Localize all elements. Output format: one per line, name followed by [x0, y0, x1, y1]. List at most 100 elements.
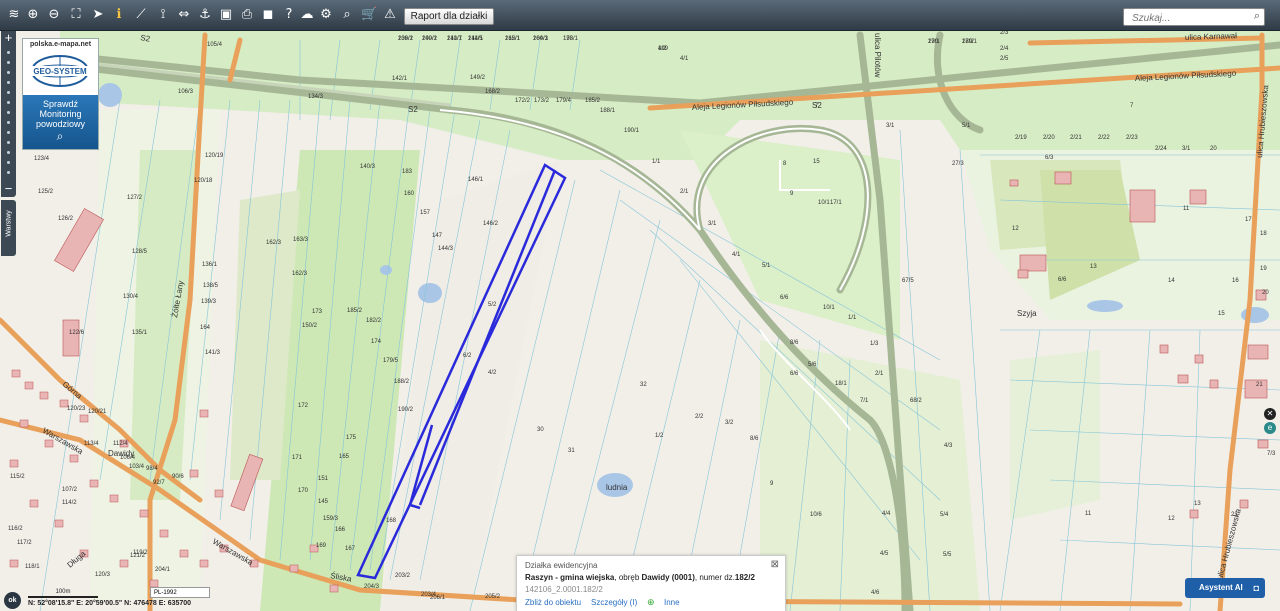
details-link[interactable]: Szczegóły (I): [591, 598, 637, 607]
parcel-number-label: 125/2: [38, 189, 54, 195]
parcel-number-label: 185/2: [347, 308, 363, 314]
parcel-number-label: 6/6: [790, 371, 799, 377]
info-icon[interactable]: ℹ: [111, 7, 127, 23]
parcel-number-label: 112/4: [113, 441, 128, 447]
parcel-number-label: 185/2: [585, 98, 601, 104]
parcel-number-label: 7/1: [860, 398, 869, 404]
zoom-out-icon[interactable]: ⊖: [46, 7, 62, 23]
search-icon[interactable]: ⌕: [1254, 10, 1260, 23]
parcel-number-label: 4/1: [732, 252, 741, 258]
parcel-number-label: 146/1: [468, 177, 484, 183]
parcel-number-label: 211/5: [468, 36, 483, 42]
zoom-in-button[interactable]: +: [1, 31, 16, 45]
warning-icon[interactable]: ⚠: [382, 7, 398, 23]
parcel-number-label: 6/3: [1045, 155, 1054, 161]
parcel-number-label: 4/5: [880, 551, 889, 557]
parcel-number-label: 188/2: [394, 379, 410, 385]
zoom-level-dot[interactable]: [7, 91, 10, 94]
zoom-level-dot[interactable]: [7, 71, 10, 74]
zoom-level-dot[interactable]: [7, 101, 10, 104]
zoom-level-dot[interactable]: [7, 141, 10, 144]
parcel-number-label: 205/2: [485, 594, 501, 600]
zoom-level-dot[interactable]: [7, 81, 10, 84]
cart-icon[interactable]: 🛒: [361, 7, 377, 23]
zoom-level-dot[interactable]: [7, 61, 10, 64]
zoom-level-dot[interactable]: [7, 161, 10, 164]
other-link[interactable]: Inne: [664, 598, 680, 607]
parcel-number-label: 15: [813, 159, 820, 165]
flood-line-1: Sprawdź: [42, 99, 78, 109]
ai-assistant-button[interactable]: Asystent AI ◘: [1185, 578, 1265, 598]
parcel-number-label: 170: [298, 488, 309, 494]
search-box[interactable]: ⌕: [1123, 8, 1265, 26]
zoom-to-object-link[interactable]: Zbliż do obiektu: [525, 598, 581, 607]
parcel-number-label: 162/3: [266, 240, 282, 246]
parcel-number-label: 212/1: [505, 36, 521, 42]
print-area-icon[interactable]: ▣: [218, 7, 234, 23]
parcel-number-label: 7/3: [1267, 451, 1276, 457]
upload-icon[interactable]: ☁: [299, 7, 315, 23]
parcel-number-label: 107/2: [62, 487, 78, 493]
parcel-number-label: 2/5: [1000, 56, 1009, 62]
zoom-level-dot[interactable]: [7, 151, 10, 154]
zoom-level-dot[interactable]: [7, 121, 10, 124]
parcel-number-label: 114/2: [62, 500, 77, 506]
anchor-icon[interactable]: ⚓: [197, 7, 213, 23]
comment-icon[interactable]: ◼: [260, 7, 276, 23]
close-icon[interactable]: ⊠: [771, 559, 779, 570]
layers-tab[interactable]: Warstwy: [1, 200, 16, 256]
parcel-number-label: 120/3: [95, 572, 111, 578]
parcel-number-label: 167: [345, 546, 356, 552]
parcel-number-label: 4/1: [680, 56, 689, 62]
help-icon[interactable]: ?: [281, 7, 297, 23]
parcel-number-label: 5/4: [940, 512, 949, 518]
measure-area-icon[interactable]: ⟟: [155, 7, 171, 23]
close-icon[interactable]: ✕: [1264, 408, 1276, 420]
parcel-number-label: 10/6: [810, 512, 822, 518]
full-extent-icon[interactable]: ⛶: [68, 7, 84, 23]
parcel-number-label: 12: [1012, 226, 1019, 232]
zoom-level-dot[interactable]: [7, 111, 10, 114]
layers-icon[interactable]: ≋: [6, 7, 22, 23]
parcel-number-label: 1/3: [870, 341, 879, 347]
parcel-number-label: 4/3: [944, 443, 953, 449]
zoom-level-dot[interactable]: [7, 171, 10, 174]
flood-monitoring-button[interactable]: Sprawdź Monitoring powodziowy ⌕: [23, 95, 98, 149]
measure-width-icon[interactable]: ⇔: [176, 7, 192, 23]
crs-select[interactable]: PL-1992: [150, 587, 210, 598]
parcel-number-label: 127/2: [127, 195, 143, 201]
ok-button[interactable]: ok: [4, 592, 21, 609]
parcel-number-label: 21: [1256, 382, 1263, 388]
measure-distance-icon[interactable]: ⟋: [133, 7, 149, 23]
parcel-number-label: 203/2: [395, 573, 411, 579]
parcel-number-label: 20: [1262, 290, 1269, 296]
zoom-level-dot[interactable]: [7, 131, 10, 134]
parcel-number-label: 30: [537, 427, 544, 433]
search-map-icon[interactable]: ⌕: [339, 7, 355, 23]
plus-icon[interactable]: ⊕: [647, 597, 655, 608]
report-button[interactable]: Raport dla działki: [404, 8, 494, 25]
map-app: S2 S2 S2 Aleja Legionów Piłsudskiego Ale…: [0, 0, 1280, 611]
map-canvas[interactable]: S2 S2 S2 Aleja Legionów Piłsudskiego Ale…: [0, 31, 1280, 611]
print-icon[interactable]: ⎙: [239, 7, 255, 23]
parcel-number-label: 6/2: [463, 353, 472, 359]
parcel-number-label: 3/2: [725, 420, 734, 426]
company-name: GEO-SYSTEM: [33, 67, 87, 76]
parcel-number-label: 165: [339, 454, 350, 460]
zoom-in-icon[interactable]: ⊕: [25, 7, 41, 23]
settings-icon[interactable]: ⚙: [318, 7, 334, 23]
zoom-out-button[interactable]: −: [1, 182, 16, 196]
parcel-number-label: 105/4: [207, 42, 223, 48]
parcel-number-label: 92/7: [153, 480, 165, 486]
parcel-number-label: 2/21: [1070, 135, 1082, 141]
pointer-icon[interactable]: ➤: [90, 7, 106, 23]
search-input[interactable]: [1130, 11, 1244, 25]
logo-panel[interactable]: polska.e-mapa.net GEO-SYSTEM Sprawdź Mon…: [22, 38, 99, 150]
parcel-number-label: 2/23: [1126, 135, 1138, 141]
parcel-number-label: 145: [318, 499, 329, 505]
e-icon[interactable]: e: [1264, 422, 1276, 434]
popup-parcel-number: 182/2: [734, 573, 755, 582]
parcel-number-label: 8/6: [790, 340, 799, 346]
parcel-number-label: 190/1: [624, 128, 640, 134]
zoom-level-dot[interactable]: [7, 51, 10, 54]
